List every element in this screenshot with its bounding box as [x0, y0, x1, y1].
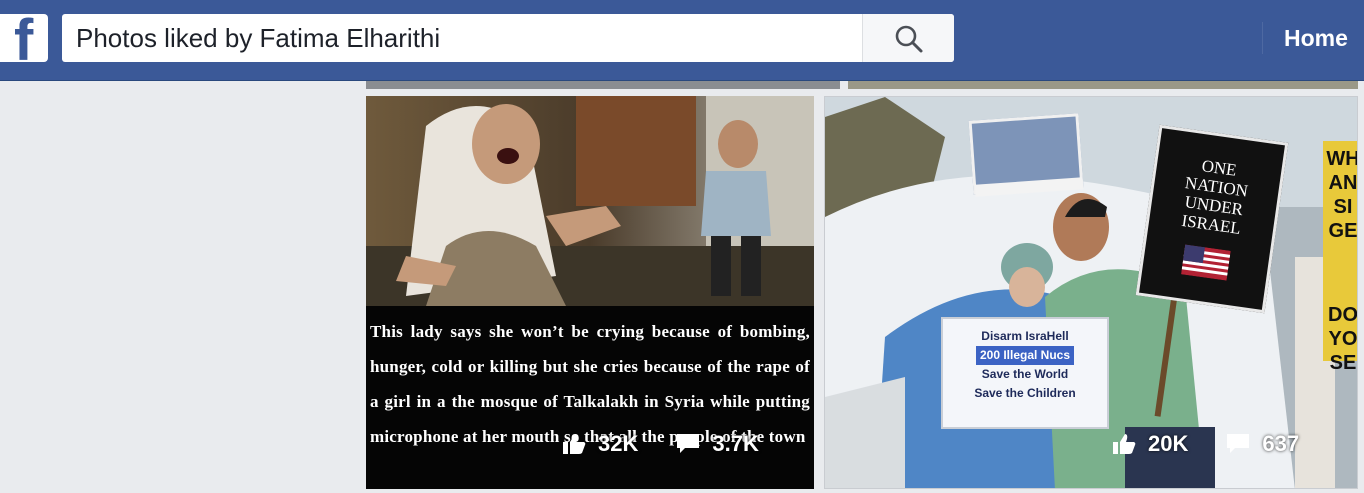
thumbs-up-icon [1113, 434, 1136, 454]
sign-text-line: SI [1333, 196, 1353, 218]
sign-text-line: WH [1326, 148, 1358, 170]
sign-text-line: SE [1329, 352, 1357, 374]
top-navigation-bar: f Home [0, 0, 1364, 81]
photo-tile-partial[interactable] [848, 81, 1358, 89]
thumbs-up-icon [563, 434, 586, 454]
logo-letter: f [14, 14, 34, 62]
photo-tile-partial[interactable] [366, 81, 840, 89]
comment-count[interactable]: 637 [1226, 431, 1299, 457]
search-icon [895, 25, 923, 53]
comment-icon [1227, 434, 1250, 453]
home-link[interactable]: Home [1284, 24, 1348, 52]
like-count[interactable]: 20K [1112, 431, 1188, 457]
comment-count[interactable]: 3.7K [676, 431, 759, 457]
flag-icon [1181, 244, 1231, 281]
comment-count-value: 3.7K [712, 431, 759, 456]
comment-count-value: 637 [1262, 431, 1300, 456]
photo-stats: 20K 637 [1112, 431, 1299, 457]
sign-text-line: Disarm IsraHell [981, 329, 1069, 343]
like-count-value: 32K [598, 431, 639, 456]
search-input[interactable] [62, 14, 862, 62]
search-button[interactable] [862, 14, 954, 62]
facebook-logo-icon[interactable]: f [0, 14, 48, 62]
protest-sign: Disarm IsraHell 200 Illegal Nucs Save th… [941, 317, 1109, 429]
sign-text-line: Save the Children [974, 386, 1076, 400]
sign-text-line: AN [1328, 172, 1358, 194]
sign-text-line: Save the World [981, 367, 1069, 381]
sign-text-line: 200 Illegal Nucs [975, 346, 1075, 365]
search-bar [62, 14, 954, 62]
comment-icon [677, 434, 700, 453]
protest-sign: WH AN SI GE DO YO SE [1323, 141, 1358, 374]
sign-text-line: YO [1328, 328, 1358, 350]
sign-text-line: DO [1328, 304, 1358, 326]
like-count-value: 20K [1148, 431, 1189, 456]
protest-sign: ONE NATION UNDER ISRAEL [1135, 124, 1289, 314]
photo-stats: 32K 3.7K [562, 431, 759, 457]
like-count[interactable]: 32K [562, 431, 638, 457]
nav-divider [1262, 22, 1263, 54]
sign-text-line: GE [1328, 220, 1358, 242]
